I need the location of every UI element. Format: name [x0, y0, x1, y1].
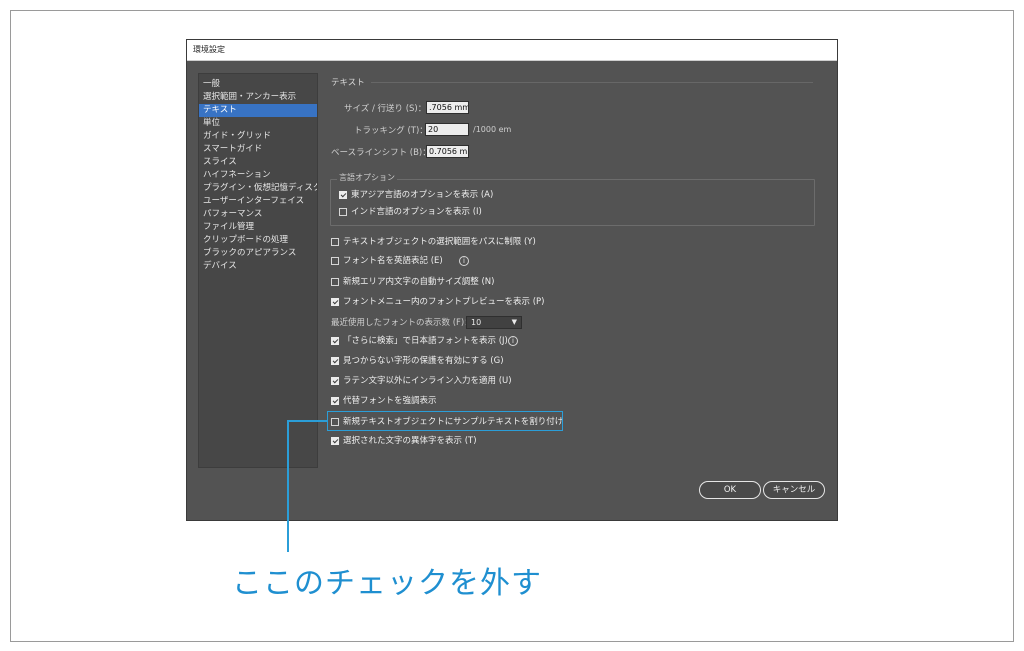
option-label: インド言語のオプションを表示 (I) [351, 207, 482, 217]
checkbox-checked[interactable] [331, 357, 339, 365]
checkbox-unchecked[interactable] [331, 257, 339, 265]
callout-line-vertical [287, 421, 289, 552]
sidebar-item-file-handling[interactable]: ファイル管理 [199, 221, 317, 234]
checkbox-checked[interactable] [331, 377, 339, 385]
sidebar-item-user-interface[interactable]: ユーザーインターフェイス [199, 195, 317, 208]
checkbox-unchecked[interactable] [331, 238, 339, 246]
language-options-group [330, 179, 815, 226]
recent-fonts-label: 最近使用したフォントの表示数 (F)： [331, 318, 473, 328]
recent-fonts-select[interactable]: 10 ▼ [466, 316, 522, 329]
sidebar-item-units[interactable]: 単位 [199, 117, 317, 130]
tracking-field[interactable]: 20 [425, 123, 469, 136]
section-divider [371, 82, 813, 83]
checkbox-checked[interactable] [331, 437, 339, 445]
option-label: 新規エリア内文字の自動サイズ調整 (N) [343, 277, 495, 287]
sidebar-item-general[interactable]: 一般 [199, 78, 317, 91]
option-label: フォントメニュー内のフォントプレビューを表示 (P) [343, 297, 545, 307]
sidebar-item-performance[interactable]: パフォーマンス [199, 208, 317, 221]
option-label: 見つからない字形の保護を有効にする (G) [343, 356, 504, 366]
sidebar-item-text[interactable]: テキスト [199, 104, 317, 117]
checkbox-unchecked[interactable] [339, 208, 347, 216]
checkbox-unchecked[interactable] [331, 278, 339, 286]
dialog-title: 環境設定 [193, 45, 225, 54]
cancel-button[interactable]: キャンセル [763, 481, 825, 499]
ok-button[interactable]: OK [699, 481, 761, 499]
sidebar-item-smart-guides[interactable]: スマートガイド [199, 143, 317, 156]
option-label: 選択された文字の異体字を表示 (T) [343, 436, 477, 446]
language-options-title: 言語オプション [337, 172, 397, 183]
recent-fonts-value: 10 [471, 318, 482, 327]
tracking-unit: /1000 em [473, 125, 512, 134]
info-icon[interactable]: i [508, 336, 518, 346]
sidebar-item-plugins[interactable]: プラグイン・仮想記憶ディスク [199, 182, 317, 195]
title-bar: 環境設定 [187, 40, 837, 61]
preferences-dialog: 環境設定 一般 選択範囲・アンカー表示 テキスト 単位 ガイド・グリッド スマー… [186, 39, 838, 521]
sidebar-item-clipboard[interactable]: クリップボードの処理 [199, 234, 317, 247]
chevron-down-icon: ▼ [511, 318, 517, 326]
option-label: 東アジア言語のオプションを表示 (A) [351, 190, 494, 200]
sidebar-item-hyphenation[interactable]: ハイフネーション [199, 169, 317, 182]
sidebar-item-devices[interactable]: デバイス [199, 260, 317, 273]
checkbox-checked[interactable] [331, 298, 339, 306]
sidebar-item-slices[interactable]: スライス [199, 156, 317, 169]
section-title: テキスト [331, 78, 365, 88]
tracking-label: トラッキング (T)： [354, 126, 428, 136]
baseline-shift-field[interactable]: 0.7056 mi [426, 145, 469, 158]
checkbox-checked[interactable] [331, 397, 339, 405]
category-sidebar: 一般 選択範囲・アンカー表示 テキスト 単位 ガイド・グリッド スマートガイド … [198, 73, 318, 468]
option-label: 「さらに検索」で日本語フォントを表示 (J) [343, 336, 508, 346]
option-label: 代替フォントを強調表示 [343, 396, 437, 406]
checkbox-checked[interactable] [331, 337, 339, 345]
size-leading-label: サイズ / 行送り (S)： [344, 104, 427, 114]
sidebar-item-black-appearance[interactable]: ブラックのアピアランス [199, 247, 317, 260]
baseline-shift-label: ベースラインシフト (B)： [331, 148, 431, 158]
sidebar-item-guides-grid[interactable]: ガイド・グリッド [199, 130, 317, 143]
option-label: テキストオブジェクトの選択範囲をパスに制限 (Y) [343, 237, 536, 247]
callout-line-horizontal [287, 420, 328, 422]
size-leading-field[interactable]: .7056 mm [426, 101, 469, 114]
checkbox-checked[interactable] [339, 191, 347, 199]
option-label: フォント名を英語表記 (E) [343, 256, 443, 266]
sidebar-item-selection[interactable]: 選択範囲・アンカー表示 [199, 91, 317, 104]
highlight-box [327, 411, 563, 431]
option-label: ラテン文字以外にインライン入力を適用 (U) [343, 376, 512, 386]
annotation-text: ここのチェックを外す [232, 566, 542, 601]
info-icon[interactable]: i [459, 256, 469, 266]
